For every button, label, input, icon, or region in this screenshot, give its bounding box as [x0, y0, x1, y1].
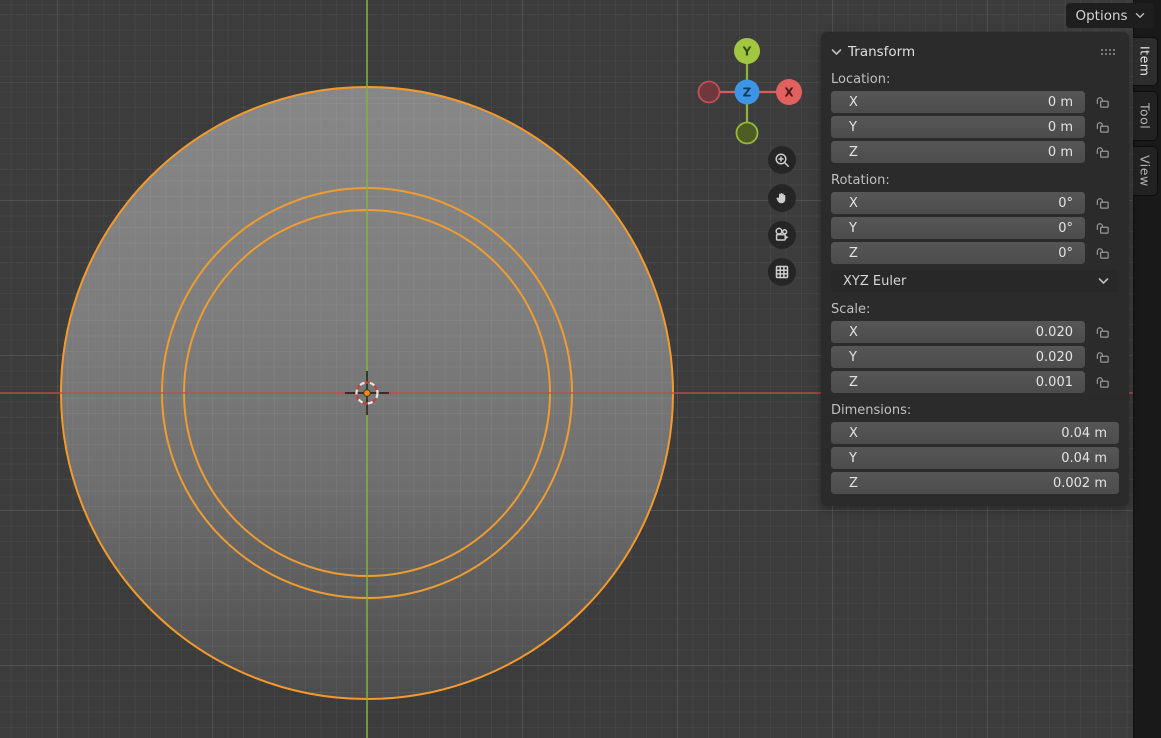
location-y-lock-button[interactable]	[1085, 120, 1119, 134]
svg-text:Z: Z	[743, 86, 752, 100]
axis-value: 0.020	[1036, 325, 1073, 340]
scale-y-lock-button[interactable]	[1085, 350, 1119, 364]
axis-value: 0.020	[1036, 350, 1073, 365]
scale-z-lock-button[interactable]	[1085, 375, 1119, 389]
unlock-icon	[1095, 196, 1110, 210]
axis-label: Y	[849, 120, 857, 135]
unlock-icon	[1095, 145, 1110, 159]
axis-label: X	[849, 95, 858, 110]
rotation-label: Rotation:	[831, 173, 1119, 189]
grid-ortho-icon	[774, 264, 790, 280]
axis-label: Z	[849, 145, 858, 160]
scale-x-lock-button[interactable]	[1085, 325, 1119, 339]
axis-value: 0 m	[1048, 120, 1073, 135]
location-z-field[interactable]: Z 0 m	[831, 141, 1085, 163]
pan-button[interactable]	[768, 184, 796, 212]
axis-z-ball[interactable]: Z	[735, 80, 760, 105]
unlock-icon	[1095, 221, 1110, 235]
axis-value: 0.04 m	[1061, 426, 1107, 441]
collapse-chevron-icon[interactable]	[831, 48, 842, 56]
location-label: Location:	[831, 72, 1119, 88]
camera-icon	[773, 226, 791, 244]
axis-label: Z	[849, 476, 858, 491]
scale-x-field[interactable]: X 0.020	[831, 321, 1085, 343]
rotation-mode-value: XYZ Euler	[843, 274, 906, 289]
options-label: Options	[1075, 8, 1127, 24]
rotation-mode-dropdown[interactable]: XYZ Euler	[831, 270, 1119, 292]
rotation-z-lock-button[interactable]	[1085, 246, 1119, 260]
axis-label: X	[849, 325, 858, 340]
tab-view-label: View	[1138, 155, 1153, 187]
dimensions-label: Dimensions:	[831, 403, 1119, 419]
pan-hand-icon	[774, 190, 790, 206]
unlock-icon	[1095, 246, 1110, 260]
axis-value: 0.001	[1036, 375, 1073, 390]
tab-tool-label: Tool	[1138, 103, 1153, 129]
dimensions-y-field[interactable]: Y 0.04 m	[831, 447, 1119, 469]
tab-view[interactable]: View	[1133, 146, 1158, 196]
dimensions-x-field[interactable]: X 0.04 m	[831, 422, 1119, 444]
unlock-icon	[1095, 95, 1110, 109]
axis-label: Y	[849, 221, 857, 236]
rotation-y-field[interactable]: Y 0°	[831, 217, 1085, 239]
rotation-y-lock-button[interactable]	[1085, 221, 1119, 235]
axis-label: Y	[849, 451, 857, 466]
options-button[interactable]: Options	[1066, 3, 1154, 28]
ortho-toggle-button[interactable]	[768, 258, 796, 286]
axis-x-negative-ball[interactable]	[699, 82, 720, 103]
svg-text:X: X	[784, 86, 794, 100]
axis-y-negative-ball[interactable]	[737, 123, 758, 144]
location-z-lock-button[interactable]	[1085, 145, 1119, 159]
axis-value: 0.002 m	[1053, 476, 1107, 491]
camera-view-button[interactable]	[768, 221, 796, 249]
axis-label: Y	[849, 350, 857, 365]
chevron-down-icon	[1135, 12, 1145, 19]
scale-label: Scale:	[831, 302, 1119, 318]
svg-text:Y: Y	[742, 45, 752, 59]
unlock-icon	[1095, 350, 1110, 364]
blender-3d-viewport: Y X Z	[0, 0, 1161, 738]
axis-value: 0°	[1058, 221, 1073, 236]
unlock-icon	[1095, 120, 1110, 134]
rotation-x-field[interactable]: X 0°	[831, 192, 1085, 214]
axis-value: 0°	[1058, 196, 1073, 211]
axis-value: 0 m	[1048, 95, 1073, 110]
transform-panel-header[interactable]: Transform	[831, 40, 1119, 64]
location-x-field[interactable]: X 0 m	[831, 91, 1085, 113]
tab-tool[interactable]: Tool	[1133, 91, 1158, 141]
axis-y-ball[interactable]: Y	[734, 38, 760, 64]
transform-panel: Transform Location: X 0 m Y 0 m Z	[821, 32, 1129, 506]
cursor-3d-icon	[343, 369, 391, 417]
location-x-lock-button[interactable]	[1085, 95, 1119, 109]
scale-z-field[interactable]: Z 0.001	[831, 371, 1085, 393]
tab-item-label: Item	[1138, 46, 1153, 76]
dimensions-z-field[interactable]: Z 0.002 m	[831, 472, 1119, 494]
tab-item[interactable]: Item	[1133, 37, 1158, 86]
axis-label: Z	[849, 246, 858, 261]
axis-value: 0 m	[1048, 145, 1073, 160]
axis-value: 0°	[1058, 246, 1073, 261]
chevron-down-icon	[1098, 277, 1109, 285]
rotation-z-field[interactable]: Z 0°	[831, 242, 1085, 264]
nav-axis-gizmo[interactable]: Y X Z	[695, 35, 803, 147]
axis-value: 0.04 m	[1061, 451, 1107, 466]
axis-label: Z	[849, 375, 858, 390]
unlock-icon	[1095, 325, 1110, 339]
scale-y-field[interactable]: Y 0.020	[831, 346, 1085, 368]
panel-drag-grip-icon[interactable]	[1101, 49, 1115, 55]
axis-x-ball[interactable]: X	[776, 79, 802, 105]
axis-label: X	[849, 196, 858, 211]
zoom-icon	[774, 152, 791, 169]
rotation-x-lock-button[interactable]	[1085, 196, 1119, 210]
location-y-field[interactable]: Y 0 m	[831, 116, 1085, 138]
panel-title: Transform	[848, 44, 915, 60]
axis-label: X	[849, 426, 858, 441]
zoom-button[interactable]	[768, 146, 796, 174]
unlock-icon	[1095, 375, 1110, 389]
